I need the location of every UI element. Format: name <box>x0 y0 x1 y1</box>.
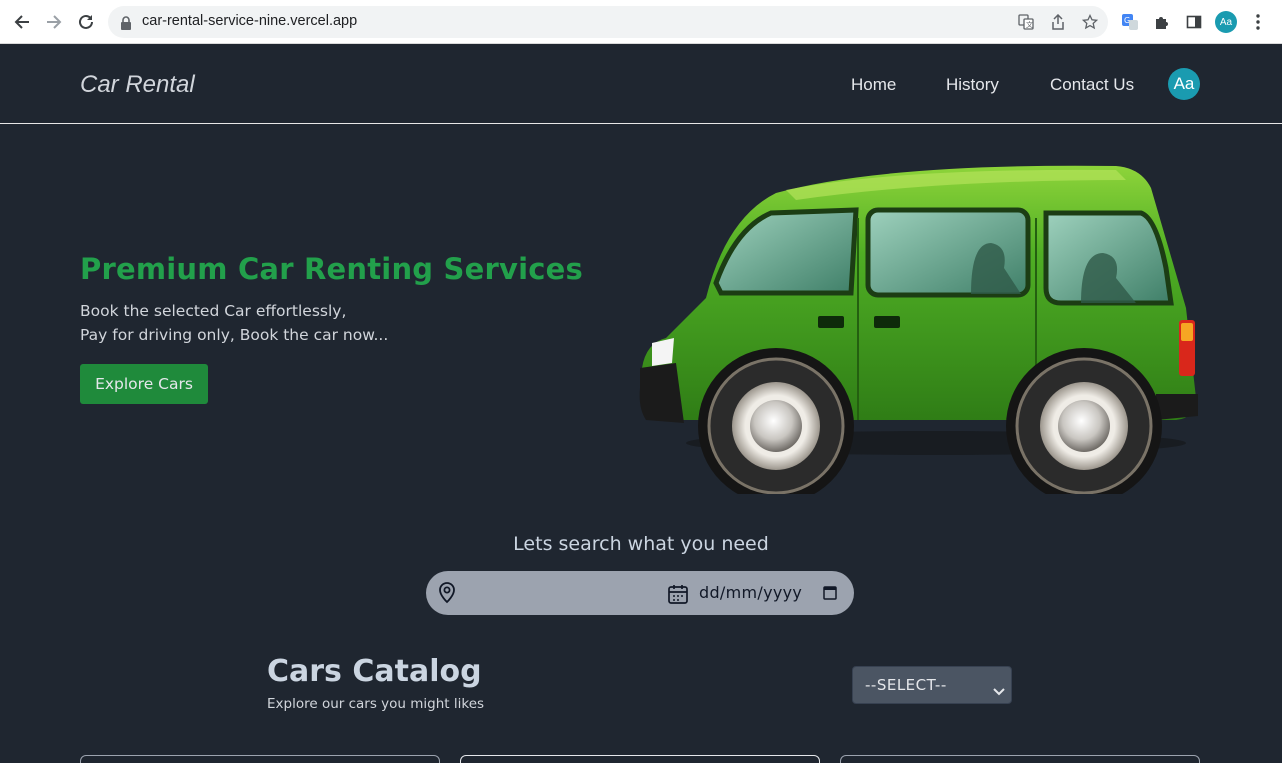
location-pin-icon <box>437 582 457 608</box>
forward-icon[interactable] <box>42 10 66 34</box>
front-wheel <box>707 357 845 494</box>
svg-text:文: 文 <box>1026 20 1033 29</box>
rear-wheel <box>1015 357 1153 494</box>
translate-icon[interactable]: 文 <box>1016 12 1036 32</box>
site-header: Car Rental Home History Contact Us Aa <box>0 44 1282 124</box>
url-text[interactable]: car-rental-service-nine.vercel.app <box>142 13 357 29</box>
back-icon[interactable] <box>10 10 34 34</box>
catalog-title: Cars Catalog <box>267 654 482 689</box>
share-icon[interactable] <box>1048 12 1068 32</box>
google-translate-extension-icon[interactable]: G <box>1119 11 1141 33</box>
chevron-down-icon <box>993 681 1005 700</box>
search-heading: Lets search what you need <box>513 533 769 555</box>
green-van-illustration <box>639 165 1198 494</box>
catalog-filter-select[interactable]: --SELECT-- <box>852 666 1012 704</box>
catalog-subtitle: Explore our cars you might likes <box>267 696 485 712</box>
side-panel-icon[interactable] <box>1183 11 1205 33</box>
lock-icon[interactable] <box>120 15 132 34</box>
menu-icon[interactable] <box>1247 11 1269 33</box>
address-bar[interactable]: car-rental-service-nine.vercel.app 文 <box>108 6 1108 38</box>
date-picker-icon[interactable] <box>823 585 837 604</box>
location-input[interactable] <box>466 579 686 607</box>
nav-contact-us[interactable]: Contact Us <box>1050 75 1134 95</box>
car-card[interactable] <box>840 755 1200 763</box>
date-input[interactable]: dd/mm/yyyy <box>699 583 802 602</box>
explore-cars-button[interactable]: Explore Cars <box>80 364 208 404</box>
car-card[interactable] <box>460 755 820 763</box>
reload-icon[interactable] <box>74 10 98 34</box>
user-avatar[interactable]: Aa <box>1168 68 1200 100</box>
puzzle-icon[interactable] <box>1151 11 1173 33</box>
hero-title: Premium Car Renting Services <box>80 252 583 286</box>
nav-history[interactable]: History <box>946 75 999 95</box>
select-value: --SELECT-- <box>865 676 947 694</box>
browser-toolbar: car-rental-service-nine.vercel.app 文 G A… <box>0 0 1282 44</box>
star-icon[interactable] <box>1080 12 1100 32</box>
hero-subtitle-line2: Pay for driving only, Book the car now..… <box>80 326 389 344</box>
search-bar: dd/mm/yyyy <box>426 571 854 615</box>
hero-subtitle-line1: Book the selected Car effortlessly, <box>80 302 347 320</box>
nav-home[interactable]: Home <box>851 75 896 95</box>
brand-logo[interactable]: Car Rental <box>80 71 195 99</box>
calendar-icon <box>667 583 689 609</box>
browser-profile-avatar[interactable]: Aa <box>1215 11 1237 33</box>
car-card[interactable] <box>80 755 440 763</box>
